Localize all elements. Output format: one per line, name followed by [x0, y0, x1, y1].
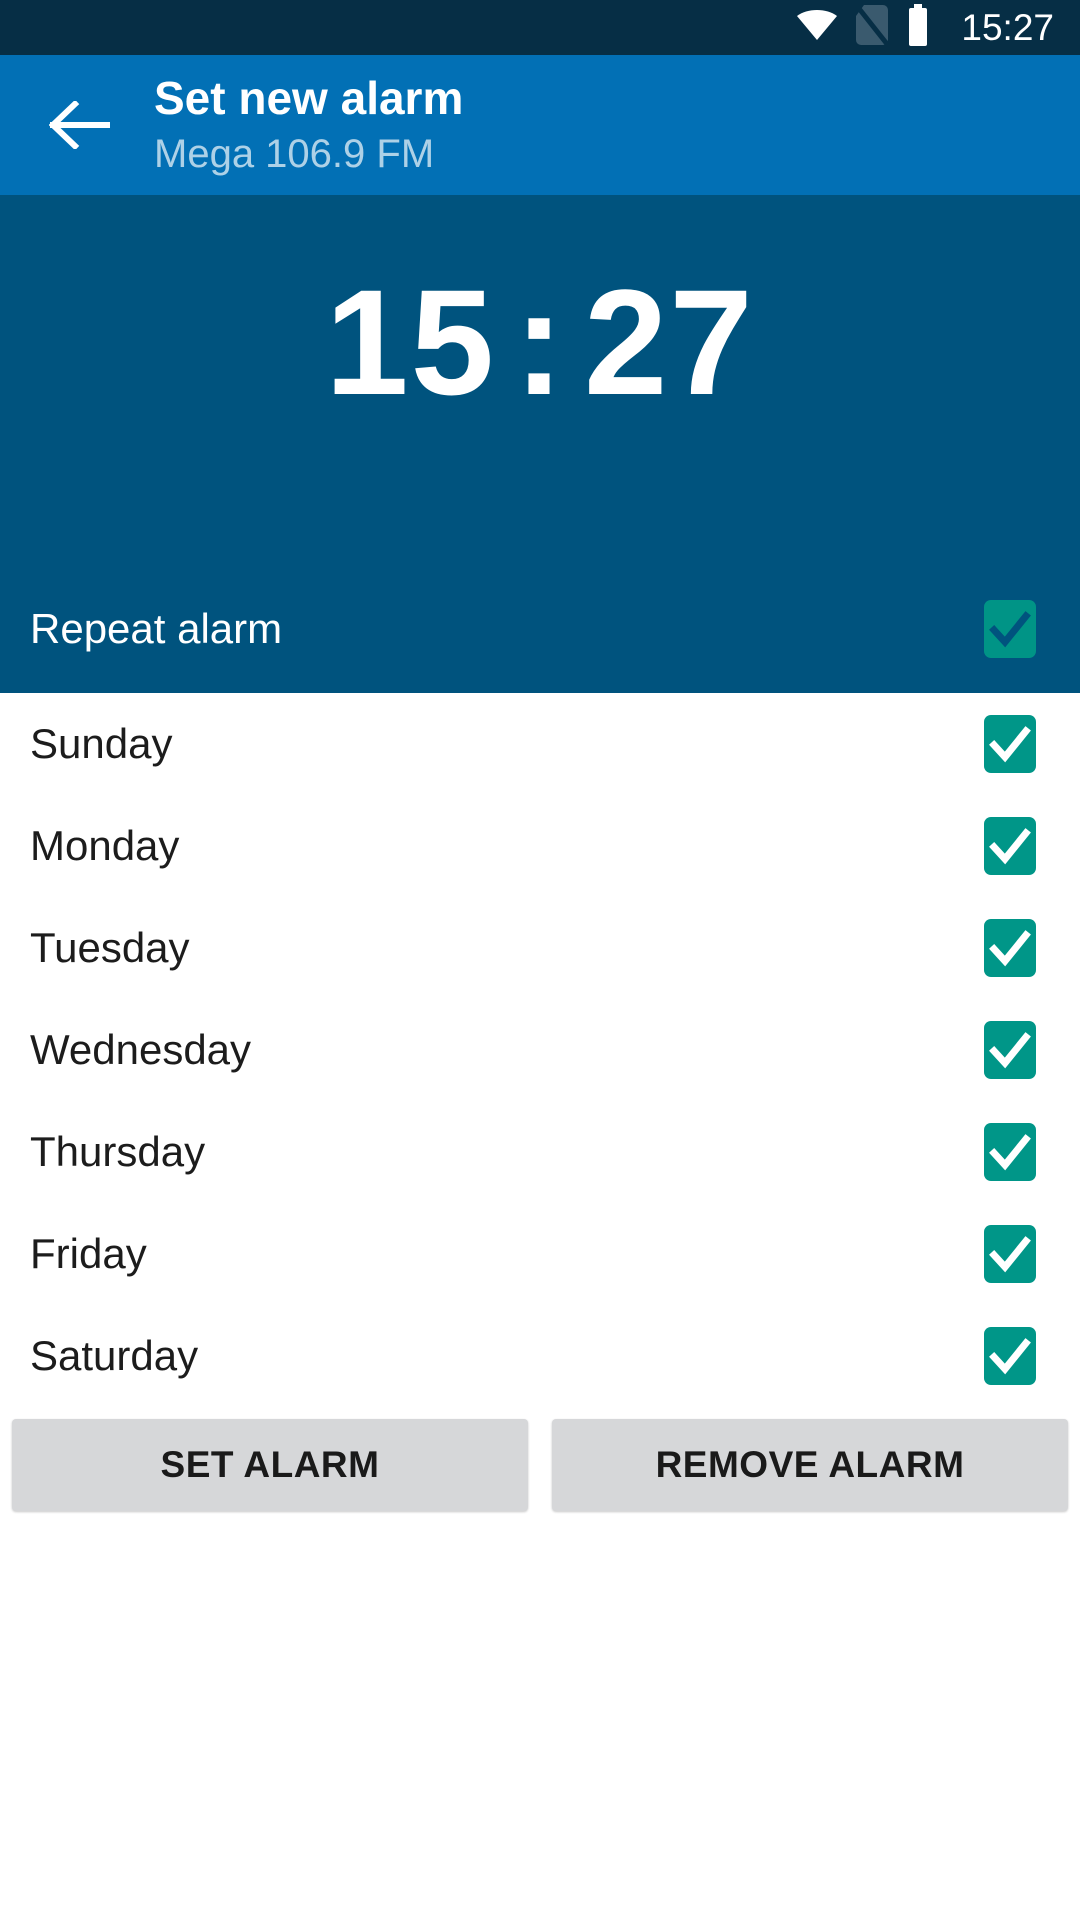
day-label: Sunday	[30, 720, 173, 767]
alarm-hours: 15	[325, 258, 497, 426]
alarm-time-display[interactable]: 15:27	[0, 195, 1080, 417]
checkmark-icon	[989, 1134, 1031, 1171]
checkmark-icon	[989, 726, 1031, 763]
day-checkbox-thursday[interactable]	[984, 1123, 1036, 1181]
status-bar: 15:27	[0, 0, 1080, 55]
app-bar-text-block: Set new alarm Mega 106.9 FM	[154, 70, 463, 180]
day-row-thursday[interactable]: Thursday	[0, 1101, 1080, 1203]
day-checkbox-monday[interactable]	[984, 817, 1036, 875]
battery-icon	[905, 4, 931, 51]
no-sim-card-icon	[855, 4, 890, 51]
checkmark-icon	[989, 1032, 1031, 1069]
day-row-monday[interactable]: Monday	[0, 795, 1080, 897]
day-label: Friday	[30, 1230, 147, 1277]
back-arrow-icon[interactable]	[38, 83, 122, 167]
day-label: Monday	[30, 822, 180, 869]
day-row-sunday[interactable]: Sunday	[0, 693, 1080, 795]
repeat-days-list: Sunday Monday Tuesday Wednesday Thursday…	[0, 693, 1080, 1407]
checkmark-icon	[989, 828, 1031, 865]
page-subtitle: Mega 106.9 FM	[154, 132, 435, 176]
repeat-alarm-label: Repeat alarm	[30, 605, 283, 652]
checkmark-icon	[989, 611, 1031, 648]
page-title: Set new alarm	[154, 72, 464, 124]
day-label: Wednesday	[30, 1026, 252, 1073]
day-checkbox-saturday[interactable]	[984, 1327, 1036, 1385]
alarm-time-separator: :	[514, 258, 566, 426]
app-bar: Set new alarm Mega 106.9 FM	[0, 55, 1080, 195]
clock-panel: 15:27	[0, 195, 1080, 565]
day-row-tuesday[interactable]: Tuesday	[0, 897, 1080, 999]
status-bar-icons: 15:27	[795, 0, 1054, 55]
day-label: Thursday	[30, 1128, 206, 1175]
checkmark-icon	[989, 1236, 1031, 1273]
day-row-friday[interactable]: Friday	[0, 1203, 1080, 1305]
day-checkbox-wednesday[interactable]	[984, 1021, 1036, 1079]
alarm-minutes: 27	[583, 258, 755, 426]
repeat-alarm-row[interactable]: Repeat alarm	[0, 565, 1080, 693]
day-label: Saturday	[30, 1332, 199, 1379]
wifi-icon	[795, 8, 839, 47]
action-button-bar: SET ALARM REMOVE ALARM	[0, 1407, 1080, 1511]
repeat-alarm-checkbox[interactable]	[984, 600, 1036, 658]
day-row-saturday[interactable]: Saturday	[0, 1305, 1080, 1407]
set-alarm-button[interactable]: SET ALARM	[12, 1419, 528, 1511]
day-checkbox-tuesday[interactable]	[984, 919, 1036, 977]
status-bar-clock: 15:27	[961, 7, 1054, 48]
remove-alarm-button[interactable]: REMOVE ALARM	[552, 1419, 1068, 1511]
day-row-wednesday[interactable]: Wednesday	[0, 999, 1080, 1101]
day-label: Tuesday	[30, 924, 190, 971]
checkmark-icon	[989, 1338, 1031, 1375]
day-checkbox-sunday[interactable]	[984, 715, 1036, 773]
day-checkbox-friday[interactable]	[984, 1225, 1036, 1283]
checkmark-icon	[989, 930, 1031, 967]
